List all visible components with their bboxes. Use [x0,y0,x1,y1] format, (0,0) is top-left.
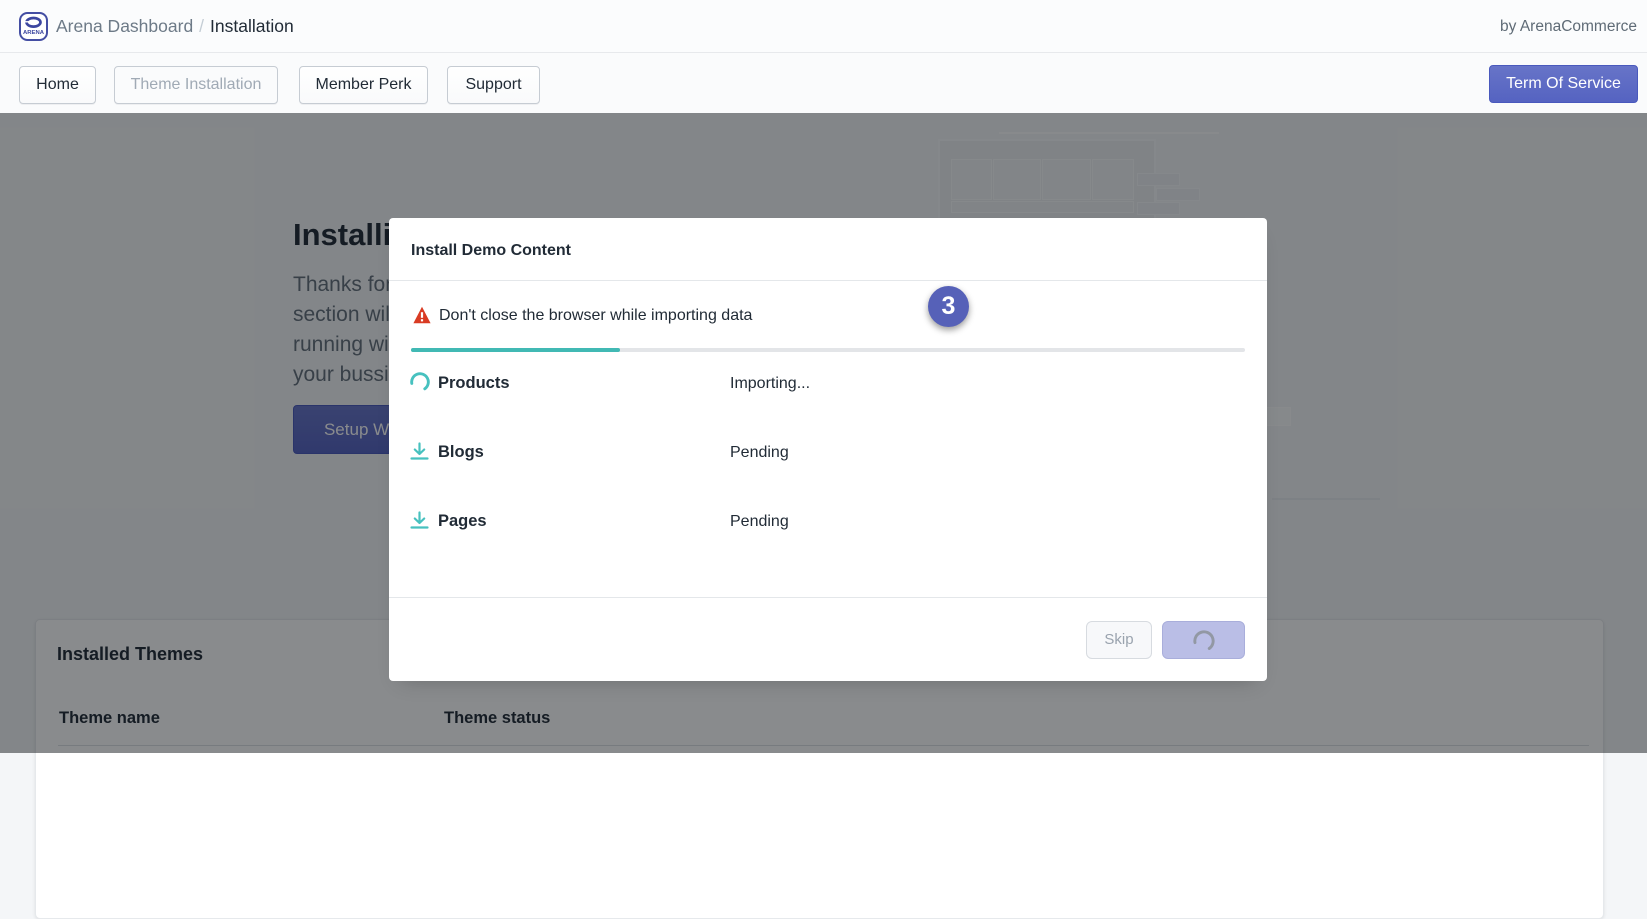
svg-text:ARENA: ARENA [23,30,45,36]
